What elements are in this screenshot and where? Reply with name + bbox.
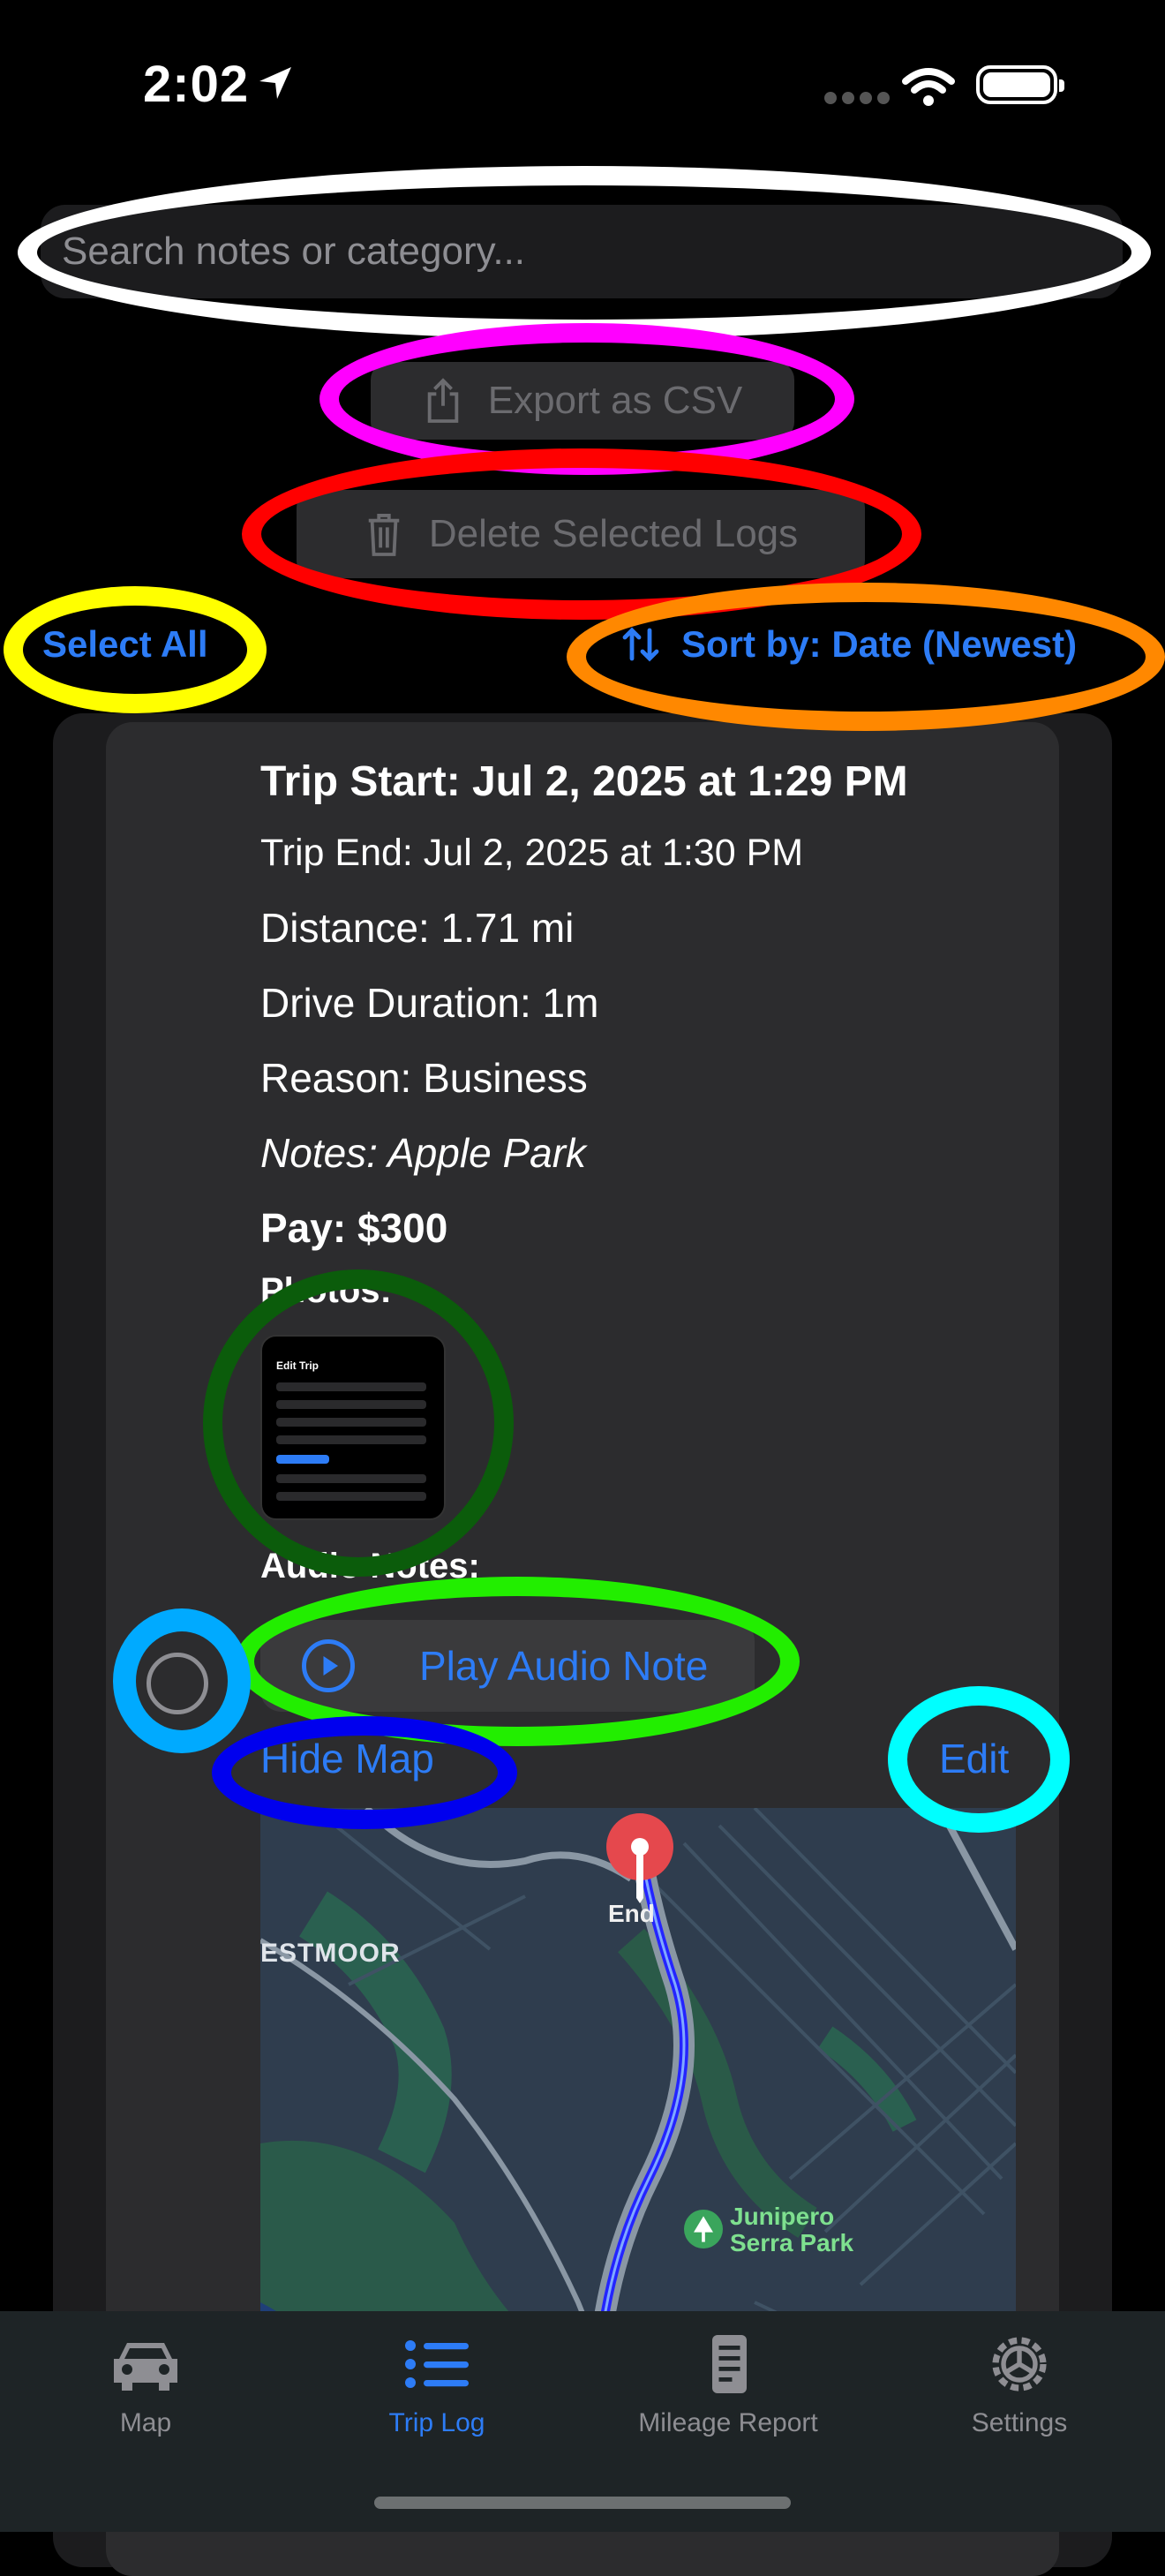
battery-icon: [976, 65, 1064, 104]
tab-trip-log[interactable]: Trip Log: [291, 2311, 582, 2438]
signal-dots-icon: [824, 92, 895, 109]
annotation-ring-sort: [567, 583, 1165, 731]
map-end-label: End: [608, 1900, 655, 1927]
annotation-ring-select-all: [4, 586, 267, 713]
home-indicator: [374, 2497, 791, 2509]
trip-distance: Distance: 1.71 mi: [260, 905, 575, 951]
tab-map[interactable]: Map: [0, 2311, 291, 2438]
tab-map-label: Map: [119, 2408, 172, 2437]
gear-icon: [992, 2337, 1047, 2391]
trip-end: Trip End: Jul 2, 2025 at 1:30 PM: [260, 832, 804, 874]
location-arrow-icon: [259, 67, 291, 99]
trip-reason: Reason: Business: [260, 1055, 588, 1101]
trip-duration: Drive Duration: 1m: [260, 980, 599, 1026]
annotation-ring-photo: [203, 1269, 514, 1577]
trip-notes: Notes: Apple Park: [260, 1130, 587, 1176]
document-icon: [712, 2335, 747, 2393]
annotation-ring-search: [18, 166, 1151, 339]
annotation-ring-hide-map: [212, 1716, 517, 1829]
map-area-label: ESTMOOR: [260, 1939, 401, 1968]
end-pin-icon: [606, 1813, 673, 1903]
trip-pay: Pay: $300: [260, 1205, 448, 1251]
car-icon: [114, 2343, 177, 2391]
wifi-icon: [902, 68, 955, 106]
tab-mileage-report-label: Mileage Report: [638, 2408, 818, 2437]
map-park-label: Junipero Serra Park: [730, 2203, 854, 2256]
annotation-ring-edit: [888, 1686, 1070, 1833]
tab-settings-label: Settings: [971, 2408, 1068, 2437]
trip-start: Trip Start: Jul 2, 2025 at 1:29 PM: [260, 758, 908, 805]
annotation-ring-checkbox: [113, 1608, 251, 1753]
tab-mileage-report[interactable]: Mileage Report: [582, 2311, 874, 2438]
tab-trip-log-label: Trip Log: [388, 2408, 485, 2437]
tab-settings[interactable]: Settings: [874, 2311, 1165, 2438]
park-icon: [684, 2210, 723, 2248]
list-icon: [405, 2340, 469, 2388]
status-time: 2:02: [143, 56, 250, 113]
